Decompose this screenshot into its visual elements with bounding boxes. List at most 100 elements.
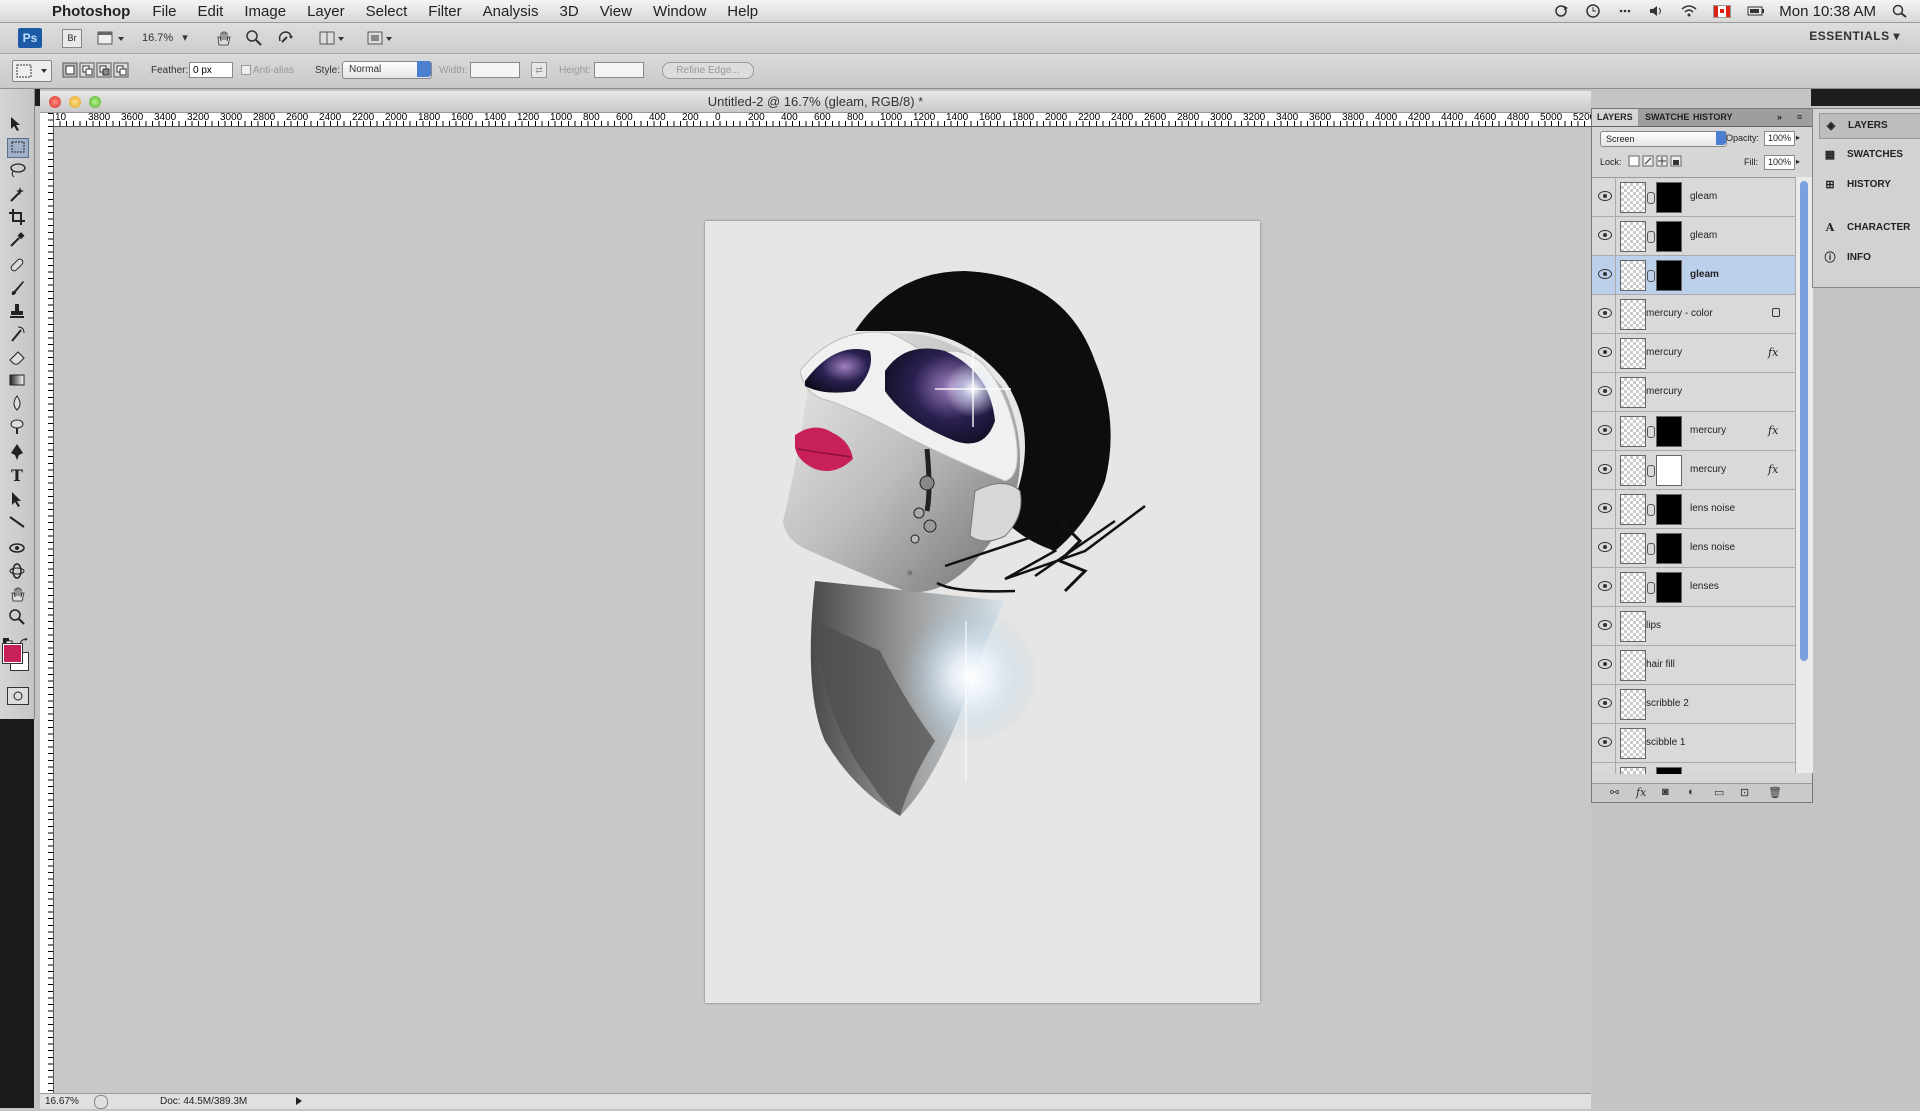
layer-thumbnail[interactable] <box>1620 260 1646 291</box>
visibility-eye-icon[interactable] <box>1598 191 1612 201</box>
anti-alias-checkbox[interactable] <box>241 65 251 75</box>
layer-row[interactable]: gleam <box>1592 256 1795 295</box>
menu-clock[interactable]: Mon 10:38 AM <box>1779 3 1876 20</box>
workspace-switcher[interactable]: ESSENTIALS ▾ <box>1809 29 1900 43</box>
layer-mask-thumbnail[interactable] <box>1656 260 1682 291</box>
mask-link-icon[interactable] <box>1647 426 1655 438</box>
visibility-eye-icon[interactable] <box>1598 581 1612 591</box>
add-layer-style-icon[interactable]: fx <box>1636 786 1646 799</box>
dock-info[interactable]: ⓘ INFO <box>1819 246 1919 270</box>
close-window-button[interactable] <box>49 96 61 108</box>
tab-history[interactable]: HISTORY <box>1688 109 1738 126</box>
mask-link-icon[interactable] <box>1647 543 1655 555</box>
layers-scrollbar[interactable] <box>1795 177 1813 773</box>
bridge-button[interactable]: Br <box>62 29 82 48</box>
layer-thumbnail[interactable] <box>1620 455 1646 486</box>
new-layer-icon[interactable]: ⊡ <box>1740 786 1749 799</box>
fill-slider-arrow-icon[interactable]: ▸ <box>1796 157 1800 166</box>
layer-row[interactable]: scibble 1 <box>1592 724 1795 763</box>
zoom-tool-icon[interactable] <box>245 29 263 47</box>
visibility-eye-icon[interactable] <box>1598 425 1612 435</box>
visibility-eye-icon[interactable] <box>1598 737 1612 747</box>
type-tool-icon[interactable]: T <box>7 467 27 485</box>
layer-row[interactable]: mercury - color <box>1592 295 1795 334</box>
layer-mask-thumbnail[interactable] <box>1656 416 1682 447</box>
hand-tool-icon[interactable] <box>7 585 27 603</box>
layer-row[interactable]: gleam <box>1592 178 1795 217</box>
menu-analysis[interactable]: Analysis <box>483 3 539 20</box>
eyedropper-tool-icon[interactable] <box>7 231 27 249</box>
layer-mask-thumbnail[interactable] <box>1656 494 1682 525</box>
layer-row[interactable]: gleam <box>1592 217 1795 256</box>
3d-orbit-tool-icon[interactable] <box>7 562 27 580</box>
layer-thumbnail[interactable] <box>1620 767 1646 774</box>
layer-thumbnail[interactable] <box>1620 182 1646 213</box>
layer-name[interactable]: lips <box>1646 607 1661 645</box>
visibility-eye-icon[interactable] <box>1598 464 1612 474</box>
layer-thumbnail[interactable] <box>1620 572 1646 603</box>
delete-layer-icon[interactable]: 🗑 <box>1768 786 1782 799</box>
visibility-eye-icon[interactable] <box>1598 659 1612 669</box>
blur-tool-icon[interactable] <box>7 394 27 412</box>
tool-preset-picker[interactable] <box>12 60 52 82</box>
layer-name[interactable]: lens noise <box>1690 529 1735 567</box>
quick-mask-icon[interactable] <box>7 687 29 705</box>
menu-app-name[interactable]: Photoshop <box>52 3 130 20</box>
minimize-window-button[interactable] <box>69 96 81 108</box>
menu-window[interactable]: Window <box>653 3 706 20</box>
mask-link-icon[interactable] <box>1647 192 1655 204</box>
menu-layer[interactable]: Layer <box>307 3 345 20</box>
gradient-tool-icon[interactable] <box>7 371 27 389</box>
layer-name[interactable]: mercury <box>1646 373 1682 411</box>
layer-mask-thumbnail[interactable] <box>1656 572 1682 603</box>
lock-options[interactable] <box>1628 155 1688 167</box>
layer-mask-thumbnail[interactable] <box>1656 221 1682 252</box>
crop-tool-icon[interactable] <box>7 208 27 226</box>
layer-name[interactable]: mercury <box>1690 412 1726 450</box>
menu-select[interactable]: Select <box>366 3 408 20</box>
layer-thumbnail[interactable] <box>1620 377 1646 408</box>
layer-mask-thumbnail[interactable] <box>1656 455 1682 486</box>
link-layers-icon[interactable]: ⚯ <box>1610 786 1619 799</box>
layer-mask-thumbnail[interactable] <box>1656 182 1682 213</box>
pen-tool-icon[interactable] <box>7 443 27 461</box>
bluetooth-icon[interactable] <box>1617 4 1633 18</box>
layer-thumbnail[interactable] <box>1620 299 1646 330</box>
tab-swatches[interactable]: SWATCHES <box>1640 109 1690 126</box>
mask-link-icon[interactable] <box>1647 270 1655 282</box>
layer-mask-thumbnail[interactable] <box>1656 767 1682 774</box>
mask-link-icon[interactable] <box>1647 504 1655 516</box>
marquee-tool-icon[interactable] <box>7 138 29 158</box>
style-dropdown[interactable]: Normal <box>342 61 432 79</box>
layer-thumbnail[interactable] <box>1620 650 1646 681</box>
move-tool-icon[interactable] <box>7 115 27 133</box>
dock-layers[interactable]: ◈ LAYERS <box>1819 113 1920 139</box>
visibility-eye-icon[interactable] <box>1598 386 1612 396</box>
layer-effects-icon[interactable]: fx <box>1768 346 1778 359</box>
visibility-eye-icon[interactable] <box>1598 308 1612 318</box>
opacity-slider-arrow-icon[interactable]: ▸ <box>1796 133 1800 142</box>
adjustment-layer-icon[interactable]: ◐ <box>1688 786 1695 798</box>
blend-mode-dropdown[interactable]: Screen <box>1600 131 1727 147</box>
menu-image[interactable]: Image <box>244 3 286 20</box>
layer-thumbnail[interactable] <box>1620 611 1646 642</box>
mask-link-icon[interactable] <box>1647 582 1655 594</box>
mask-link-icon[interactable] <box>1647 465 1655 477</box>
status-menu-arrow-icon[interactable] <box>295 1096 303 1111</box>
width-input[interactable] <box>470 62 520 78</box>
zoom-status[interactable]: 16.67% <box>45 1094 79 1109</box>
rotate-view-icon[interactable] <box>276 29 294 47</box>
layer-row[interactable] <box>1592 763 1795 774</box>
vertical-ruler[interactable] <box>40 113 54 1093</box>
foreground-color-swatch[interactable] <box>2 643 23 664</box>
scroll-thumb[interactable] <box>1800 181 1808 661</box>
sync-icon[interactable] <box>1553 4 1569 18</box>
layer-name[interactable]: scribble 2 <box>1646 685 1689 723</box>
line-tool-icon[interactable] <box>7 513 27 531</box>
screen-mode-button[interactable] <box>366 29 398 47</box>
dock-history[interactable]: ⊞ HISTORY <box>1819 173 1919 197</box>
layer-thumbnail[interactable] <box>1620 416 1646 447</box>
new-group-icon[interactable]: ▭ <box>1714 786 1724 799</box>
dock-swatches[interactable]: ▦ SWATCHES <box>1819 143 1919 167</box>
height-input[interactable] <box>594 62 644 78</box>
